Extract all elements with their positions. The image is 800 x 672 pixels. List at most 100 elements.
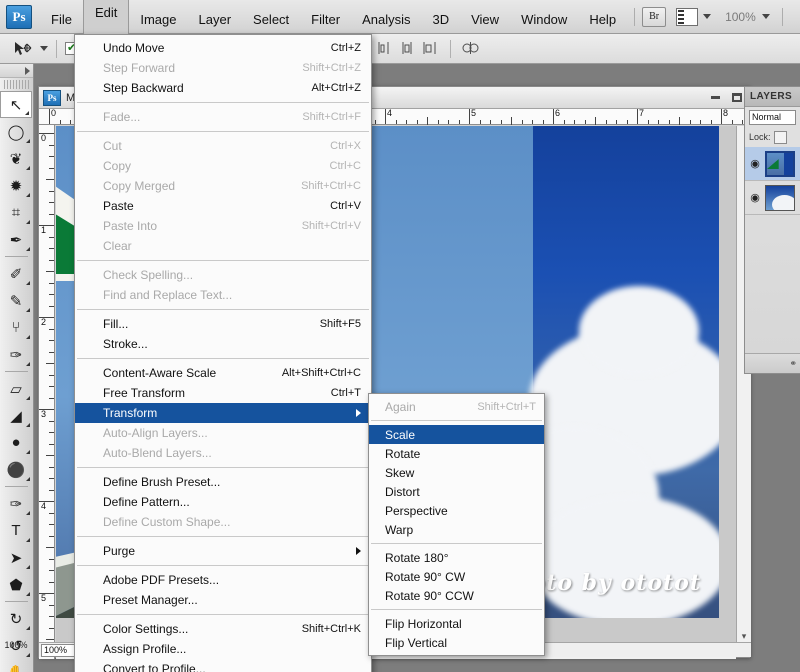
bridge-button[interactable]: Br (642, 6, 667, 27)
crop-tool[interactable]: ⌗ (0, 199, 32, 226)
edit-dropdown-menu[interactable]: Undo Move Ctrl+Z Step Forward Shift+Ctrl+Z S… (74, 34, 372, 672)
auto-align-layers-icon[interactable] (462, 41, 479, 56)
menu-3d[interactable]: 3D (421, 6, 460, 34)
menu-item-rotate[interactable]: Rotate (369, 444, 544, 463)
menu-window[interactable]: Window (510, 6, 578, 34)
history-brush-tool[interactable]: ✑ (0, 341, 32, 368)
menu-item-rotate-90-cw[interactable]: Rotate 90° CW (369, 567, 544, 586)
menu-item-flip-horizontal[interactable]: Flip Horizontal (369, 614, 544, 633)
menu-item-rotate-180[interactable]: Rotate 180° (369, 548, 544, 567)
menu-item-rotate-90-ccw[interactable]: Rotate 90° CCW (369, 586, 544, 605)
3d-rotate-tool[interactable]: ↻ (0, 605, 32, 632)
maximize-button[interactable] (728, 90, 745, 105)
tool-submenu-triangle-icon[interactable] (22, 396, 30, 400)
menu-item-paste[interactable]: Paste Ctrl+V (75, 196, 371, 216)
dodge-tool[interactable]: ⚫ (0, 456, 32, 483)
menu-item-fill[interactable]: Fill... Shift+F5 (75, 314, 371, 334)
layers-panel-tab-bar[interactable]: LAYERS (745, 87, 800, 107)
tool-submenu-triangle-icon[interactable] (21, 111, 29, 115)
menu-image[interactable]: Image (129, 6, 187, 34)
tool-submenu-triangle-icon[interactable] (22, 247, 30, 251)
layer-thumbnail-background[interactable] (765, 184, 795, 211)
layer-visibility-eye-icon[interactable]: ◉ (747, 190, 763, 206)
menu-item-define-pattern[interactable]: Define Pattern... (75, 492, 371, 512)
menu-item-undo-move[interactable]: Undo Move Ctrl+Z (75, 38, 371, 58)
menu-edit[interactable]: Edit (82, 0, 130, 34)
chevron-down-icon[interactable] (703, 14, 712, 19)
menu-item-free-transform[interactable]: Free Transform Ctrl+T (75, 383, 371, 403)
tool-submenu-triangle-icon[interactable] (22, 538, 30, 542)
horizontal-type-tool[interactable]: T (0, 517, 32, 544)
move-tool-icon[interactable] (14, 41, 32, 57)
menu-file[interactable]: File (40, 6, 83, 34)
tool-submenu-triangle-icon[interactable] (22, 450, 30, 454)
menu-item-content-aware-scale[interactable]: Content-Aware Scale Alt+Shift+Ctrl+C (75, 363, 371, 383)
blur-tool[interactable]: ● (0, 429, 32, 456)
layer-visibility-eye-icon[interactable]: ◉ (747, 156, 763, 172)
menu-view[interactable]: View (460, 6, 510, 34)
tool-submenu-triangle-icon[interactable] (22, 335, 30, 339)
menu-item-warp[interactable]: Warp (369, 520, 544, 539)
tool-submenu-triangle-icon[interactable] (22, 193, 30, 197)
path-selection-tool[interactable]: ➤ (0, 544, 32, 571)
menu-item-transform[interactable]: Transform (75, 403, 371, 423)
menu-item-purge[interactable]: Purge (75, 541, 371, 561)
menu-item-scale[interactable]: Scale (369, 425, 544, 444)
minimize-button[interactable] (707, 90, 724, 105)
tool-submenu-triangle-icon[interactable] (22, 477, 30, 481)
menu-item-perspective[interactable]: Perspective (369, 501, 544, 520)
tool-submenu-triangle-icon[interactable] (22, 653, 30, 657)
layer-thumbnail-top[interactable] (765, 150, 795, 177)
eraser-tool[interactable]: ▱ (0, 375, 32, 402)
menu-filter[interactable]: Filter (300, 6, 351, 34)
vertical-ruler[interactable]: 0 1 2 3 4 5 (39, 125, 55, 659)
tab-layers[interactable]: LAYERS (750, 91, 792, 102)
transform-submenu[interactable]: Again Shift+Ctrl+T Scale Rotate Skew Distort P… (368, 393, 545, 656)
tool-submenu-triangle-icon[interactable] (22, 139, 30, 143)
menu-analysis[interactable]: Analysis (351, 6, 421, 34)
tool-submenu-triangle-icon[interactable] (22, 281, 30, 285)
distribute-horizontal-centers-icon[interactable] (399, 41, 416, 56)
menu-item-convert-to-profile[interactable]: Convert to Profile... (75, 659, 371, 672)
hand-tool[interactable]: ✋ (0, 659, 32, 672)
elliptical-marquee-tool[interactable]: ◯ (0, 118, 32, 145)
menu-help[interactable]: Help (578, 6, 627, 34)
menu-item-color-settings[interactable]: Color Settings... Shift+Ctrl+K (75, 619, 371, 639)
menu-item-stroke[interactable]: Stroke... (75, 334, 371, 354)
tool-submenu-triangle-icon[interactable] (22, 511, 30, 515)
pen-tool[interactable]: ✑ (0, 490, 32, 517)
paint-bucket-tool[interactable]: ◢ (0, 402, 32, 429)
menu-item-skew[interactable]: Skew (369, 463, 544, 482)
screen-mode-chevron-icon[interactable] (761, 14, 770, 19)
tool-preset-chevron-icon[interactable] (40, 46, 48, 51)
menu-item-step-backward[interactable]: Step Backward Alt+Ctrl+Z (75, 78, 371, 98)
tool-submenu-triangle-icon[interactable] (22, 362, 30, 366)
menu-item-define-brush-preset[interactable]: Define Brush Preset... (75, 472, 371, 492)
distribute-right-edges-icon[interactable] (422, 41, 439, 56)
spot-healing-brush-tool[interactable]: ✐ (0, 260, 32, 287)
tool-submenu-triangle-icon[interactable] (22, 592, 30, 596)
menu-item-preset-manager[interactable]: Preset Manager... (75, 590, 371, 610)
blend-mode-select[interactable]: Normal (749, 109, 796, 125)
tool-submenu-triangle-icon[interactable] (22, 166, 30, 170)
toolbox-drag-dots[interactable] (4, 80, 29, 89)
distribute-left-edges-icon[interactable] (376, 41, 393, 56)
menu-item-flip-vertical[interactable]: Flip Vertical (369, 633, 544, 652)
lock-transparent-pixels-icon[interactable] (773, 130, 787, 144)
move-tool[interactable]: ↖ (0, 91, 32, 118)
custom-shape-tool[interactable]: ⬟ (0, 571, 32, 598)
menu-item-distort[interactable]: Distort (369, 482, 544, 501)
brush-tool[interactable]: ✎ (0, 287, 32, 314)
clone-stamp-tool[interactable]: ⑂ (0, 314, 32, 341)
layer-row[interactable]: ◉ (745, 181, 800, 215)
magic-wand-tool[interactable]: ✹ (0, 172, 32, 199)
tool-submenu-triangle-icon[interactable] (22, 423, 30, 427)
tool-submenu-triangle-icon[interactable] (22, 565, 30, 569)
menu-item-adobe-pdf-presets[interactable]: Adobe PDF Presets... (75, 570, 371, 590)
eyedropper-tool[interactable]: ✒ (0, 226, 32, 253)
menu-layer[interactable]: Layer (188, 6, 243, 34)
menu-item-assign-profile[interactable]: Assign Profile... (75, 639, 371, 659)
link-layers-icon[interactable]: ⚭ (789, 358, 797, 369)
toolbox-collapse-handle[interactable] (0, 64, 33, 78)
tool-submenu-triangle-icon[interactable] (22, 626, 30, 630)
